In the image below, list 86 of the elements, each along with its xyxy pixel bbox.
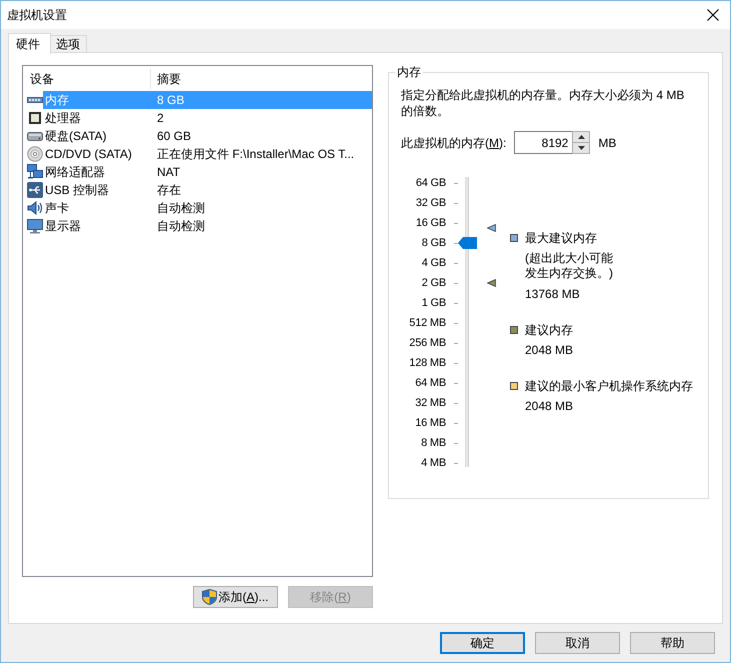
device-summary: 8 GB xyxy=(156,92,184,108)
device-name: 网络适配器 xyxy=(44,164,106,180)
tick-label: 8 GB xyxy=(422,236,446,250)
tick-label: 8 MB xyxy=(421,436,446,450)
slider-thumb[interactable] xyxy=(458,237,477,249)
tick-label: 16 GB xyxy=(416,216,446,230)
unit-label: MB xyxy=(598,134,616,150)
device-name: 硬盘(SATA) xyxy=(44,128,108,144)
column-header[interactable]: 摘要 xyxy=(151,69,372,89)
spin-down-button[interactable] xyxy=(572,143,590,154)
device-row[interactable]: 声卡 自动检测 xyxy=(23,199,372,217)
description-text: 指定分配给此虚拟机的内存量。内存大小必须为 4 MB 的倍数。 xyxy=(401,87,686,119)
tick-label: 2 GB xyxy=(422,276,446,290)
device-name: 处理器 xyxy=(44,110,82,126)
default-button[interactable]: 确定 xyxy=(440,632,525,654)
device-row[interactable]: 硬盘(SATA) 60 GB xyxy=(23,127,372,145)
device-row[interactable]: 显示器 自动检测 xyxy=(23,217,372,235)
device-row[interactable]: 处理器 2 xyxy=(23,109,372,127)
group-title: 内存 xyxy=(396,65,422,80)
device-summary: 自动检测 xyxy=(156,218,205,234)
tick-label: 32 MB xyxy=(415,396,446,410)
button[interactable]: 添加(A)... xyxy=(193,586,278,608)
tick-mark xyxy=(454,242,458,244)
usb-icon xyxy=(27,182,43,198)
device-name: CD/DVD (SATA) xyxy=(44,146,133,162)
tick-label: 64 GB xyxy=(416,176,446,190)
device-name: 显示器 xyxy=(44,218,82,234)
device-name: USB 控制器 xyxy=(44,182,110,198)
tick-label: 512 MB xyxy=(409,316,446,330)
tick-mark xyxy=(454,202,458,204)
window-title: 虚拟机设置 xyxy=(7,7,67,23)
device-summary: 2 xyxy=(156,110,164,126)
close-icon xyxy=(707,9,719,21)
network-computers-icon xyxy=(27,164,43,180)
tick-label: 64 MB xyxy=(415,376,446,390)
tick-mark xyxy=(454,422,458,424)
legend-label: 建议内存 xyxy=(525,322,574,338)
device-row[interactable]: 网络适配器 NAT xyxy=(23,163,372,181)
tick-label: 4 MB xyxy=(421,456,446,470)
button[interactable]: 帮助 xyxy=(630,632,715,654)
tab[interactable]: 选项 xyxy=(50,35,87,53)
tick-mark xyxy=(454,342,458,344)
legend-value: 13768 MB xyxy=(525,286,581,302)
device-row[interactable]: USB 控制器 存在 xyxy=(23,181,372,199)
memory-input[interactable]: 8192 xyxy=(514,131,572,154)
tick-label: 256 MB xyxy=(409,336,446,350)
legend-label: 最大建议内存 xyxy=(525,230,598,246)
tick-mark xyxy=(454,262,458,264)
tick-label: 128 MB xyxy=(409,356,446,370)
legend-label: 建议的最小客户机操作系统内存 xyxy=(525,378,693,394)
device-summary: 存在 xyxy=(156,182,181,198)
field-label: 此虚拟机的内存(M): xyxy=(401,134,506,150)
up-arrow-icon xyxy=(578,135,585,139)
legend-note: (超出此大小可能发生内存交换。) xyxy=(525,251,614,281)
button[interactable]: 取消 xyxy=(535,632,620,654)
tab[interactable]: 硬件 xyxy=(8,33,51,54)
tick-label: 1 GB xyxy=(422,296,446,310)
disc-icon xyxy=(27,146,43,162)
tick-mark xyxy=(454,322,458,324)
tick-mark xyxy=(454,402,458,404)
down-arrow-icon xyxy=(578,146,585,150)
tick-mark xyxy=(454,222,458,224)
legend-value: 2048 MB xyxy=(525,342,574,358)
legend-value: 2048 MB xyxy=(525,398,574,414)
monitor-icon xyxy=(27,218,43,234)
tick-label: 16 MB xyxy=(415,416,446,430)
device-summary: 自动检测 xyxy=(156,200,205,216)
spin-up-button[interactable] xyxy=(572,131,590,143)
device-name: 内存 xyxy=(44,92,70,108)
speaker-icon xyxy=(27,200,43,216)
tick-mark xyxy=(454,462,458,464)
device-summary: NAT xyxy=(156,164,180,180)
device-row[interactable]: CD/DVD (SATA) 正在使用文件 F:\Installer\Mac OS T... xyxy=(23,145,372,163)
tick-mark xyxy=(454,442,458,444)
tick-mark xyxy=(454,362,458,364)
tick-mark xyxy=(454,302,458,304)
tick-mark xyxy=(454,182,458,184)
device-summary: 正在使用文件 F:\Installer\Mac OS T... xyxy=(156,146,354,162)
tick-label: 4 GB xyxy=(422,256,446,270)
device-name: 声卡 xyxy=(44,200,70,216)
tick-mark xyxy=(454,382,458,384)
tick-label: 32 GB xyxy=(416,196,446,210)
device-summary: 60 GB xyxy=(156,128,192,144)
column-header[interactable]: 设备 xyxy=(23,69,151,89)
chip-icon xyxy=(27,110,43,126)
tick-mark xyxy=(454,282,458,284)
